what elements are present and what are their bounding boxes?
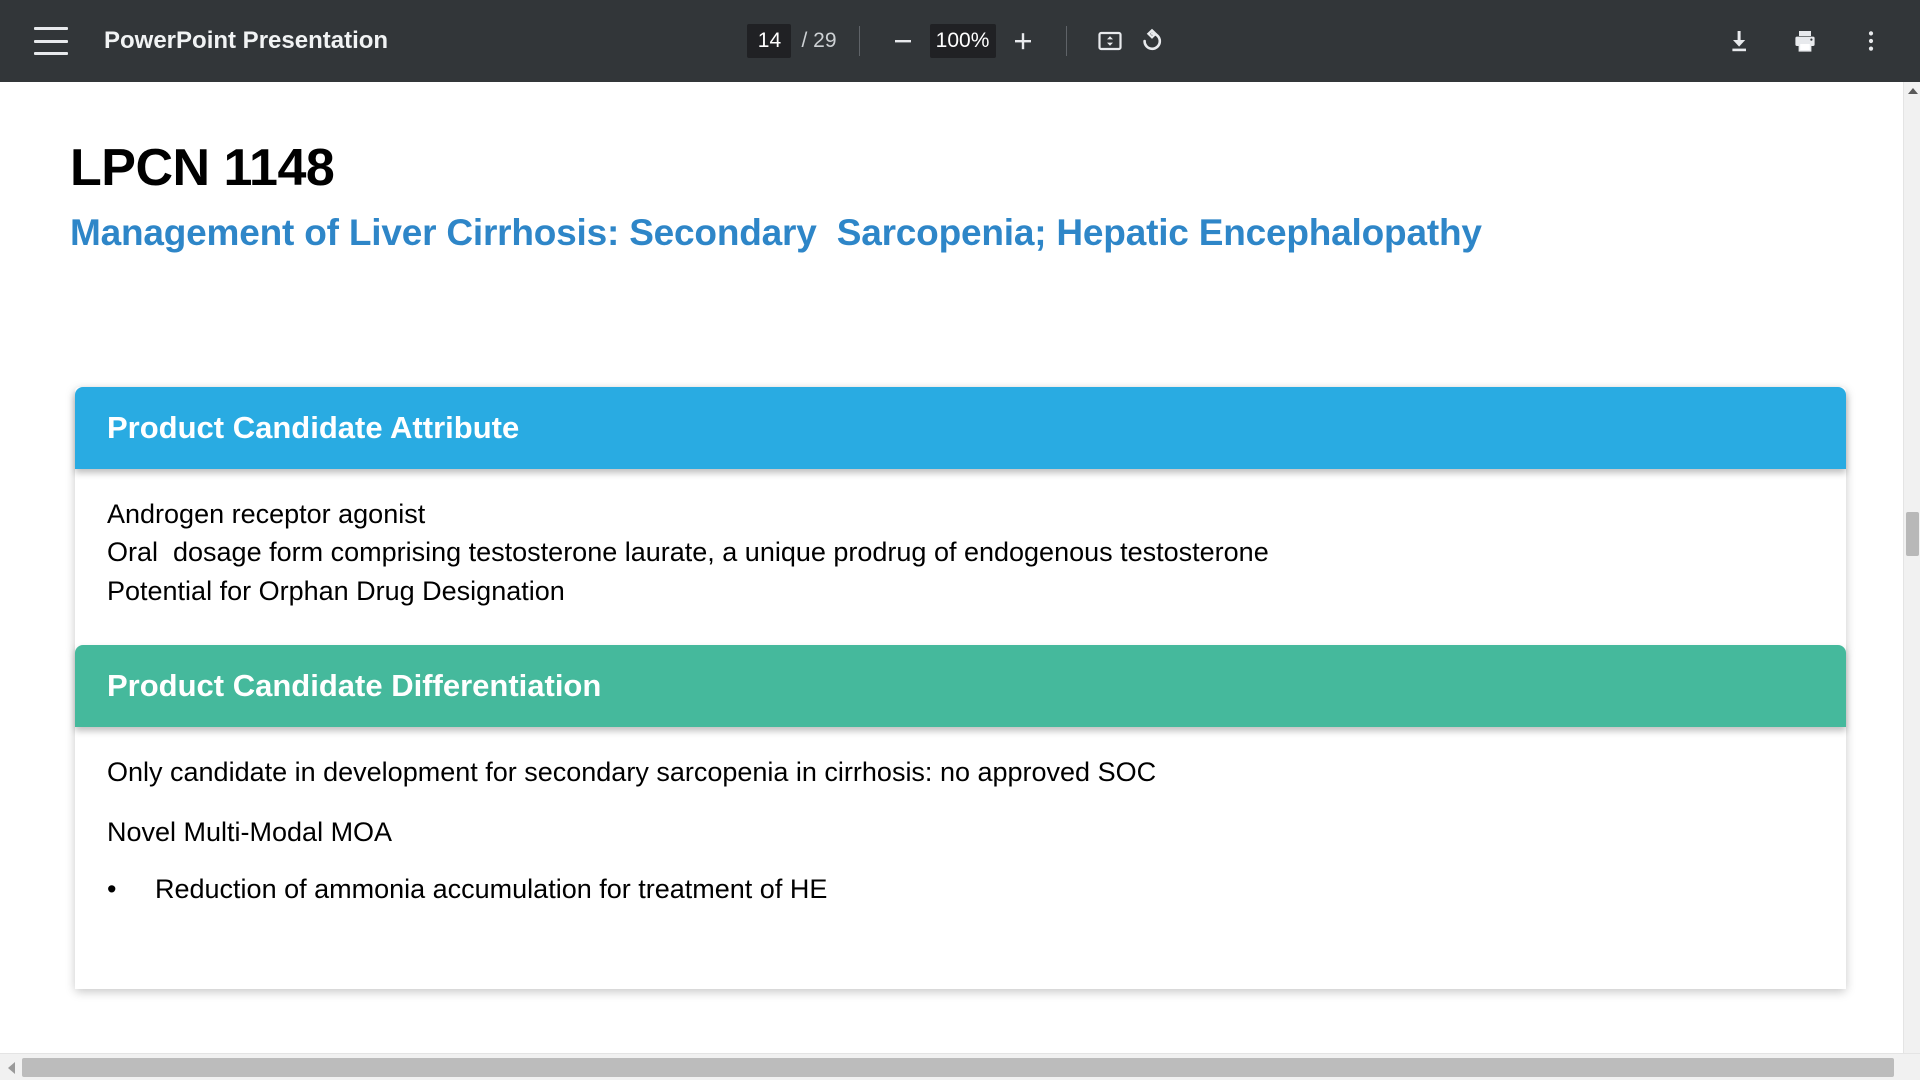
card-header-attribute: Product Candidate Attribute	[75, 387, 1846, 469]
card-header-differentiation: Product Candidate Differentiation	[75, 645, 1846, 727]
bullet-list-item: • Reduction of ammonia accumulation for …	[107, 874, 1814, 905]
bullet-text: Reduction of ammonia accumulation for tr…	[155, 874, 827, 905]
zoom-level-input[interactable]	[930, 24, 996, 58]
zoom-out-icon[interactable]	[882, 20, 924, 62]
card-body-attribute: Androgen receptor agonist Oral dosage fo…	[75, 469, 1846, 649]
slide-subtitle: Management of Liver Cirrhosis: Secondary…	[70, 212, 1482, 254]
document-viewport[interactable]: LPCN 1148 Management of Liver Cirrhosis:…	[0, 82, 1903, 1053]
card-product-candidate-attribute: Product Candidate Attribute Androgen rec…	[75, 387, 1846, 649]
scroll-left-arrow-icon[interactable]	[0, 1054, 22, 1081]
toolbar-divider-1	[859, 26, 860, 56]
toolbar-center-group: / 29	[0, 20, 1920, 62]
bullet-marker: •	[107, 874, 155, 905]
fit-to-page-icon[interactable]	[1089, 20, 1131, 62]
triangle-up	[1908, 88, 1918, 94]
slide-page: LPCN 1148 Management of Liver Cirrhosis:…	[0, 82, 1903, 1053]
card-body-differentiation: Only candidate in development for second…	[75, 727, 1846, 989]
vertical-scrollbar-thumb[interactable]	[1906, 512, 1919, 556]
toolbar-divider-2	[1066, 26, 1067, 56]
triangle-left	[8, 1062, 15, 1074]
horizontal-scrollbar[interactable]	[0, 1053, 1920, 1080]
vertical-scrollbar[interactable]	[1903, 82, 1920, 1053]
viewer-toolbar: PowerPoint Presentation / 29	[0, 0, 1920, 82]
card-header-label: Product Candidate Attribute	[107, 410, 519, 446]
body-line: Oral dosage form comprising testosterone…	[107, 533, 1814, 571]
page-total-label: / 29	[801, 29, 836, 53]
body-line: Androgen receptor agonist	[107, 495, 1814, 533]
page-number-input[interactable]	[747, 24, 791, 58]
body-line: Novel Multi-Modal MOA	[107, 813, 1814, 851]
slide-title: LPCN 1148	[70, 138, 334, 198]
body-line: Only candidate in development for second…	[107, 753, 1814, 791]
scroll-up-arrow-icon[interactable]	[1904, 82, 1920, 99]
body-line: Potential for Orphan Drug Designation	[107, 572, 1814, 610]
card-header-label: Product Candidate Differentiation	[107, 668, 601, 704]
card-product-candidate-differentiation: Product Candidate Differentiation Only c…	[75, 645, 1846, 989]
zoom-in-icon[interactable]	[1002, 20, 1044, 62]
rotate-clockwise-icon[interactable]	[1131, 20, 1173, 62]
horizontal-scrollbar-thumb[interactable]	[22, 1058, 1894, 1077]
